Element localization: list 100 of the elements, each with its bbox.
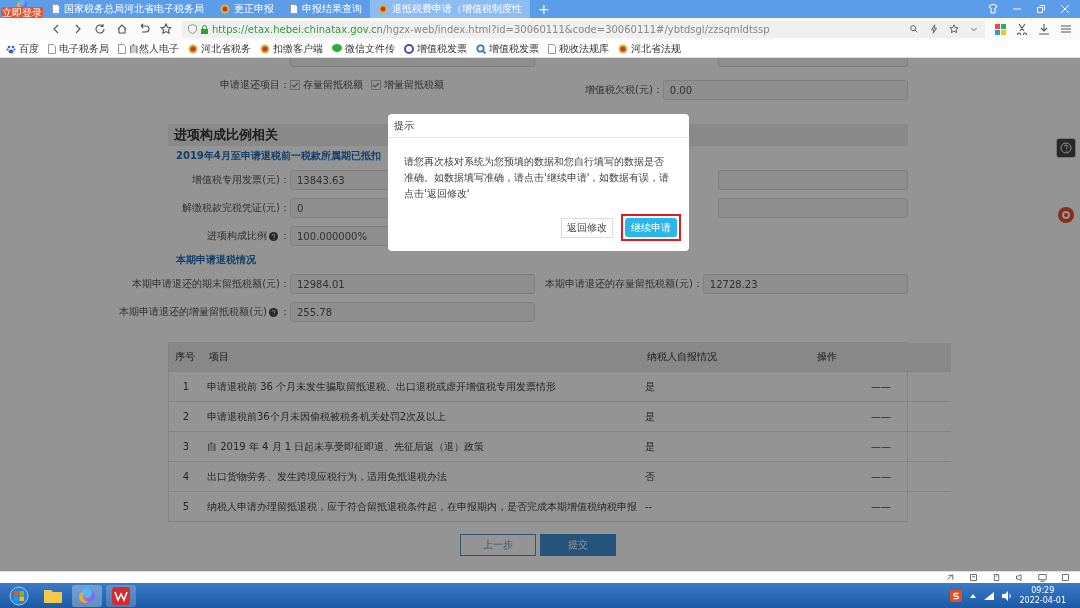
cancel-button[interactable]: 返回修改 [561,217,613,238]
input-field[interactable]: 12984.01 [290,274,535,294]
bookmark[interactable]: 自然人电子 [118,41,179,56]
confirm-button[interactable]: 继续申请 [625,218,677,237]
table-cell: 申请退税前 36 个月未发生骗取留抵退税、出口退税或虚开增值税专用发票情形 [203,371,641,401]
shirt-icon[interactable] [988,4,998,14]
speaker-icon[interactable] [1001,590,1012,601]
zoom-icon[interactable] [909,24,919,34]
undo-icon[interactable] [138,23,150,35]
bookmark[interactable]: 增值税发票 [404,41,467,56]
login-badge[interactable]: 立即登录 [1,7,43,18]
table-cell: 4 [169,461,203,491]
table-cell: 是 [641,401,811,431]
monitor-icon[interactable] [1038,573,1047,582]
table-cell: 2 [169,401,203,431]
restore-icon[interactable] [1036,4,1046,14]
page-icon [548,43,556,54]
apps-icon[interactable] [995,23,1006,35]
table-cell: —— [811,461,951,491]
field-label: 解缴税款完税凭证(元)： [181,201,290,215]
shield-icon [188,24,197,34]
page-icon [48,43,56,54]
table-cell: —— [811,401,951,431]
wps-taskbar-icon[interactable] [106,584,136,607]
ring-icon [404,43,414,54]
bookmark[interactable]: 微信文件传 [332,41,395,56]
bookmark[interactable]: 税收法规库 [548,41,609,56]
checkbox-label[interactable]: 增量留抵税额 [384,78,444,92]
download-icon[interactable] [1038,23,1050,35]
bookmark[interactable]: 电子税务局 [48,41,109,56]
browser-tab[interactable]: 国家税务总局河北省电子税务局 [44,0,212,18]
table-cell: 3 [169,431,203,461]
table-cell: 纳税人申请办理留抵退税，应于符合留抵退税条件起，在申报期内，是否完成本期增值税纳税申报 [203,491,641,521]
input-field[interactable]: 12728.23 [702,274,908,294]
checkbox[interactable] [371,80,381,90]
home-icon[interactable] [116,23,128,35]
input-field[interactable]: 255.78 [290,302,535,322]
bookmark[interactable]: 百度 [6,41,39,56]
star-icon[interactable] [160,23,172,35]
page-icon [52,4,60,14]
field-label: 本期申请退还的增量留抵税额(元) ： [118,305,290,319]
close-icon[interactable] [1060,4,1070,14]
table-cell: —— [811,491,951,521]
screenshot-icon[interactable] [969,573,978,582]
column-header: 项目 [203,343,641,371]
submit-button[interactable]: 提交 [540,534,616,556]
emblem-icon [220,4,230,14]
address-field[interactable]: https://etax.hebei.chinatax.gov.cn/hgzx-web/index.html?id=30060111&code=30060111#/ybtdsgl/zzsqmldtssp [182,20,985,38]
bookmark[interactable]: 河北省税务 [188,41,251,56]
emblem-icon [618,43,628,54]
checkbox[interactable] [290,80,300,90]
help-icon[interactable] [269,231,278,241]
help-icon[interactable] [269,307,278,317]
field-label: 进项构成比例 ： [206,229,290,243]
field-label: 增值税专用发票(元)： [191,173,290,187]
scissors-icon[interactable] [1016,23,1028,35]
bookmark[interactable]: 扣缴客户端 [260,41,323,56]
table-cell: 是 [641,371,811,401]
emblem-icon[interactable] [1057,206,1075,224]
input-method-icon[interactable] [949,589,962,602]
clock-date: 2022-04-01 [1019,595,1066,606]
field-label: 增值税欠税(元)： [585,83,663,97]
paw-icon [6,43,16,54]
browser-tab[interactable]: 申报结果查询 [282,0,370,18]
speaker-icon[interactable] [1015,573,1024,582]
browser-tab[interactable]: 更正申报 [212,0,282,18]
table-cell: 申请退税前36个月未因偷税被税务机关处罚2次及以上 [203,401,641,431]
page-icon [118,43,126,54]
table-cell: —— [811,431,951,461]
bookmark[interactable]: 河北省法规 [618,41,681,56]
table-cell: 否 [641,461,811,491]
table-cell: 出口货物劳务、发生跨境应税行为，适用免抵退税办法 [203,461,641,491]
input-field[interactable]: 0.00 [662,80,908,100]
field-label: 本期申请退还的存量留抵税额(元)： [545,277,703,291]
help-icon[interactable] [1056,138,1076,158]
window-icon[interactable] [1061,573,1070,582]
input-field[interactable] [290,58,535,67]
clock-time: 09:29 [1031,585,1055,596]
field-label: 本期申请退还的期末留抵税额(元)： [131,277,290,291]
reload-icon[interactable] [94,23,106,35]
column-header: 序号 [169,343,203,371]
dialog-title: 提示 [388,114,689,138]
clipboard-icon[interactable] [992,573,1001,582]
lightning-icon[interactable] [929,24,939,34]
table-cell: 1 [169,371,203,401]
star-icon[interactable] [949,24,959,34]
lock-icon [201,24,208,34]
checkbox-label[interactable]: 存量留抵税额 [303,78,363,92]
caret-icon[interactable] [969,592,976,599]
table-cell: 5 [169,491,203,521]
chat-icon [332,44,342,53]
signal-icon[interactable] [983,591,994,600]
input-field[interactable] [718,58,908,67]
new-tab-button[interactable]: + [530,0,558,18]
share-icon[interactable] [946,573,955,582]
table-cell: —— [811,371,951,401]
table-cell: 是 [641,431,811,461]
subheading: 2019年4月至申请退税前一税款所属期已抵扣 [175,149,381,163]
bookmark[interactable]: 增值税发票 [476,41,539,56]
url-text: https://etax.hebei.chinatax.gov.cn/hgzx-web/index.html?id=30060111&code=30060111#/ybtdsgl/zzsqmldtssp [212,23,770,35]
